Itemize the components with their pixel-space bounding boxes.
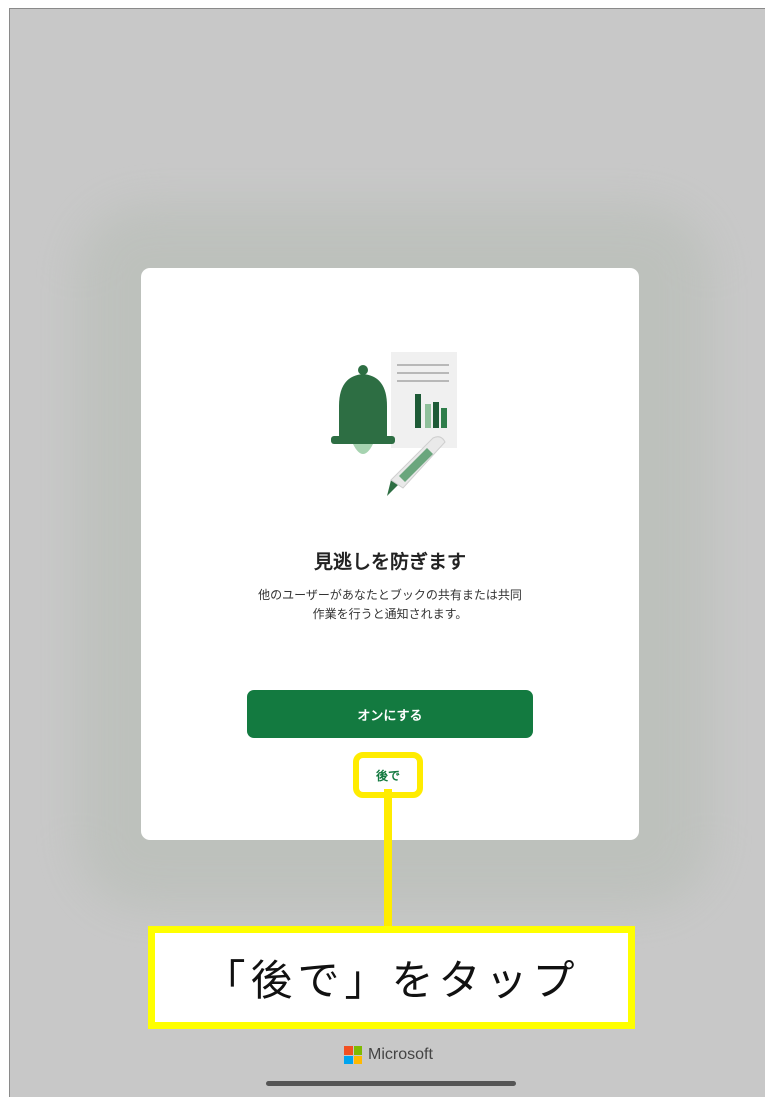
description-line-2: 作業を行うと通知されます。 — [312, 607, 468, 621]
description-line-1: 他のユーザーがあなたとブックの共有または共同 — [258, 588, 522, 602]
microsoft-label: Microsoft — [368, 1046, 433, 1063]
turn-on-button[interactable]: オンにする — [247, 690, 533, 738]
annotation-connector — [384, 789, 392, 929]
dialog-description: 他のユーザーがあなたとブックの共有または共同 作業を行うと通知されます。 — [221, 586, 559, 624]
microsoft-branding: Microsoft — [344, 1046, 433, 1064]
home-indicator[interactable] — [266, 1081, 516, 1086]
bell-icon — [331, 365, 395, 454]
dialog-title: 見逃しを防ぎます — [313, 551, 466, 573]
later-button-label: 後で — [375, 768, 400, 783]
instruction-callout: 「後で」をタップ — [148, 926, 635, 1029]
notification-illustration — [331, 352, 457, 496]
notification-dialog: 見逃しを防ぎます 他のユーザーがあなたとブックの共有または共同 作業を行うと通知… — [141, 268, 639, 840]
document-chart-icon — [391, 352, 457, 448]
app-screen: 見逃しを防ぎます 他のユーザーがあなたとブックの共有または共同 作業を行うと通知… — [9, 8, 765, 1097]
microsoft-logo-icon — [344, 1046, 362, 1064]
